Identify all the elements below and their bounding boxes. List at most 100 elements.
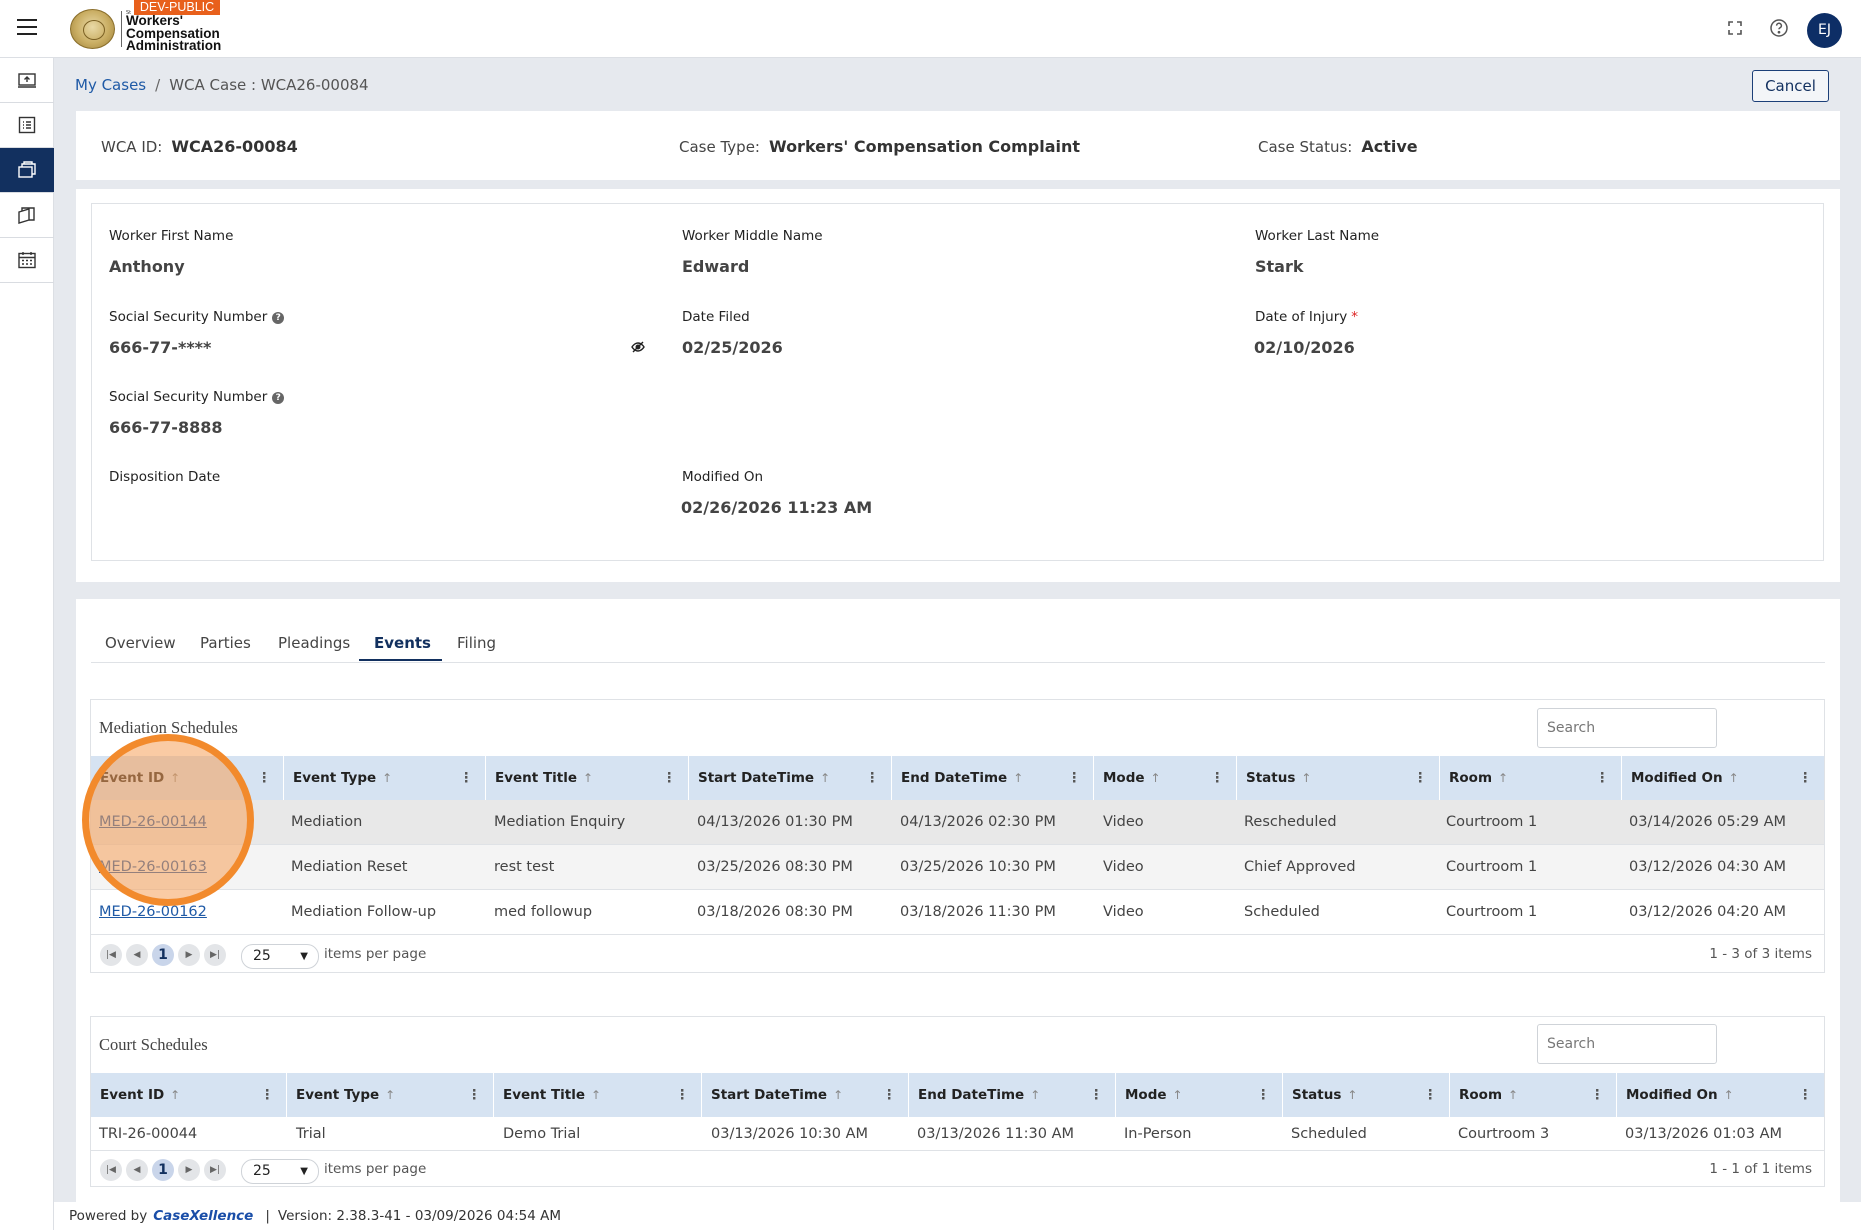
column-header-mode[interactable]: Mode ↑ ⋮ [1116, 1073, 1283, 1117]
column-header-end-datetime[interactable]: End DateTime ↑ ⋮ [909, 1073, 1116, 1117]
event-id-link[interactable]: MED-26-00162 [99, 890, 207, 935]
next-page-icon[interactable]: ▶ [178, 1159, 200, 1181]
column-menu-icon[interactable]: ⋮ [1257, 1073, 1271, 1117]
sidebar-item-cases[interactable] [0, 148, 54, 193]
column-menu-icon[interactable]: ⋮ [468, 1073, 482, 1117]
column-header-event-type[interactable]: Event Type ↑ ⋮ [284, 756, 486, 800]
first-page-icon[interactable]: |◀ [100, 944, 122, 966]
sort-arrow-icon[interactable]: ↑ [1173, 1088, 1183, 1102]
column-menu-icon[interactable]: ⋮ [460, 756, 474, 800]
sort-arrow-icon[interactable]: ↑ [170, 1088, 180, 1102]
sort-arrow-icon[interactable]: ↑ [1013, 771, 1023, 785]
sort-arrow-icon[interactable]: ↑ [1151, 771, 1161, 785]
column-header-modified-on[interactable]: Modified On ↑ ⋮ [1622, 756, 1824, 800]
sort-arrow-icon[interactable]: ↑ [1729, 771, 1739, 785]
column-menu-icon[interactable]: ⋮ [1424, 1073, 1438, 1117]
room-cell: Courtroom 1 [1446, 904, 1538, 920]
sidebar-item-calendar[interactable] [0, 238, 54, 283]
column-menu-icon[interactable]: ⋮ [866, 756, 880, 800]
column-menu-icon[interactable]: ⋮ [1591, 1073, 1605, 1117]
event-id-link-text[interactable]: MED-26-00162 [99, 904, 207, 920]
column-header-room[interactable]: Room ↑ ⋮ [1440, 756, 1622, 800]
page-number-button[interactable]: 1 [152, 944, 174, 966]
cancel-button[interactable]: Cancel [1752, 70, 1829, 102]
sort-arrow-icon[interactable]: ↑ [382, 771, 392, 785]
page-size-select[interactable]: 25 ▼ [241, 1159, 319, 1184]
last-page-icon[interactable]: ▶| [204, 1159, 226, 1181]
event-id-link-text[interactable]: MED-26-00144 [99, 814, 207, 830]
column-menu-icon[interactable]: ⋮ [883, 1073, 897, 1117]
column-menu-icon[interactable]: ⋮ [1211, 756, 1225, 800]
column-header-modified-on[interactable]: Modified On ↑ ⋮ [1617, 1073, 1824, 1117]
table-row[interactable]: MED-26-00144 Mediation Mediation Enquiry… [91, 800, 1824, 845]
tab-events[interactable]: Events [374, 634, 431, 652]
column-header-status[interactable]: Status ↑ ⋮ [1237, 756, 1440, 800]
first-page-icon[interactable]: |◀ [100, 1159, 122, 1181]
last-name-value: Stark [1255, 257, 1304, 276]
help-circle-icon[interactable]: ? [272, 312, 285, 324]
column-header-event-id[interactable]: Event ID ↑ ⋮ [91, 1073, 287, 1117]
sort-arrow-icon[interactable]: ↑ [1498, 771, 1508, 785]
sort-arrow-icon[interactable]: ↑ [1508, 1088, 1518, 1102]
table-row[interactable]: TRI-26-00044 Trial Demo Trial 03/13/2026… [91, 1117, 1824, 1151]
column-header-event-title[interactable]: Event Title ↑ ⋮ [494, 1073, 702, 1117]
page-number-button[interactable]: 1 [152, 1159, 174, 1181]
breadcrumb-my-cases-link[interactable]: My Cases [75, 76, 146, 94]
user-avatar[interactable]: EJ [1807, 13, 1842, 48]
event-id-link[interactable]: MED-26-00144 [99, 800, 207, 845]
mediation-search-input[interactable] [1537, 708, 1717, 748]
sort-arrow-icon[interactable]: ↑ [820, 771, 830, 785]
column-menu-icon[interactable]: ⋮ [1068, 756, 1082, 800]
tab-pleadings[interactable]: Pleadings [278, 634, 350, 652]
sort-arrow-icon[interactable]: ↑ [591, 1088, 601, 1102]
sort-arrow-icon[interactable]: ↑ [1724, 1088, 1734, 1102]
event-id-link-text[interactable]: MED-26-00163 [99, 859, 207, 875]
column-menu-icon[interactable]: ⋮ [1414, 756, 1428, 800]
help-circle-icon[interactable]: ? [272, 392, 285, 404]
column-header-end-datetime[interactable]: End DateTime ↑ ⋮ [892, 756, 1094, 800]
column-menu-icon[interactable]: ⋮ [261, 1073, 275, 1117]
column-menu-icon[interactable]: ⋮ [258, 756, 272, 800]
hamburger-menu-icon[interactable] [17, 19, 37, 35]
sidebar-item-documents[interactable] [0, 193, 54, 238]
help-icon[interactable] [1769, 18, 1789, 38]
column-header-start-datetime[interactable]: Start DateTime ↑ ⋮ [689, 756, 892, 800]
column-header-event-type[interactable]: Event Type ↑ ⋮ [287, 1073, 494, 1117]
eye-slash-icon[interactable] [631, 340, 645, 354]
page-size-select[interactable]: 25 ▼ [241, 944, 319, 969]
sort-arrow-icon[interactable]: ↑ [385, 1088, 395, 1102]
sort-arrow-icon[interactable]: ↑ [1301, 771, 1311, 785]
start-datetime-cell: 04/13/2026 01:30 PM [697, 814, 853, 830]
tab-filing[interactable]: Filing [457, 634, 496, 652]
sort-arrow-icon[interactable]: ↑ [170, 771, 180, 785]
tab-overview[interactable]: Overview [105, 634, 176, 652]
column-header-room[interactable]: Room ↑ ⋮ [1450, 1073, 1617, 1117]
column-header-event-id[interactable]: Event ID ↑ ⋮ [91, 756, 284, 800]
column-header-event-title[interactable]: Event Title ↑ ⋮ [486, 756, 689, 800]
column-menu-icon[interactable]: ⋮ [676, 1073, 690, 1117]
column-menu-icon[interactable]: ⋮ [1596, 756, 1610, 800]
court-search-input[interactable] [1537, 1024, 1717, 1064]
sort-arrow-icon[interactable]: ↑ [833, 1088, 843, 1102]
next-page-icon[interactable]: ▶ [178, 944, 200, 966]
sort-arrow-icon[interactable]: ↑ [1347, 1088, 1357, 1102]
sidebar-item-list[interactable] [0, 103, 54, 148]
prev-page-icon[interactable]: ◀ [126, 944, 148, 966]
sort-arrow-icon[interactable]: ↑ [1030, 1088, 1040, 1102]
sidebar-item-upload[interactable] [0, 58, 54, 103]
prev-page-icon[interactable]: ◀ [126, 1159, 148, 1181]
sort-arrow-icon[interactable]: ↑ [583, 771, 593, 785]
column-menu-icon[interactable]: ⋮ [1799, 756, 1813, 800]
column-menu-icon[interactable]: ⋮ [1799, 1073, 1813, 1117]
column-menu-icon[interactable]: ⋮ [663, 756, 677, 800]
last-page-icon[interactable]: ▶| [204, 944, 226, 966]
event-id-link[interactable]: MED-26-00163 [99, 845, 207, 890]
table-row[interactable]: MED-26-00163 Mediation Reset rest test 0… [91, 845, 1824, 890]
column-header-status[interactable]: Status ↑ ⋮ [1283, 1073, 1450, 1117]
fullscreen-icon[interactable] [1725, 18, 1745, 38]
column-header-start-datetime[interactable]: Start DateTime ↑ ⋮ [702, 1073, 909, 1117]
column-menu-icon[interactable]: ⋮ [1090, 1073, 1104, 1117]
tab-parties[interactable]: Parties [200, 634, 251, 652]
table-row[interactable]: MED-26-00162 Mediation Follow-up med fol… [91, 890, 1824, 935]
column-header-mode[interactable]: Mode ↑ ⋮ [1094, 756, 1237, 800]
